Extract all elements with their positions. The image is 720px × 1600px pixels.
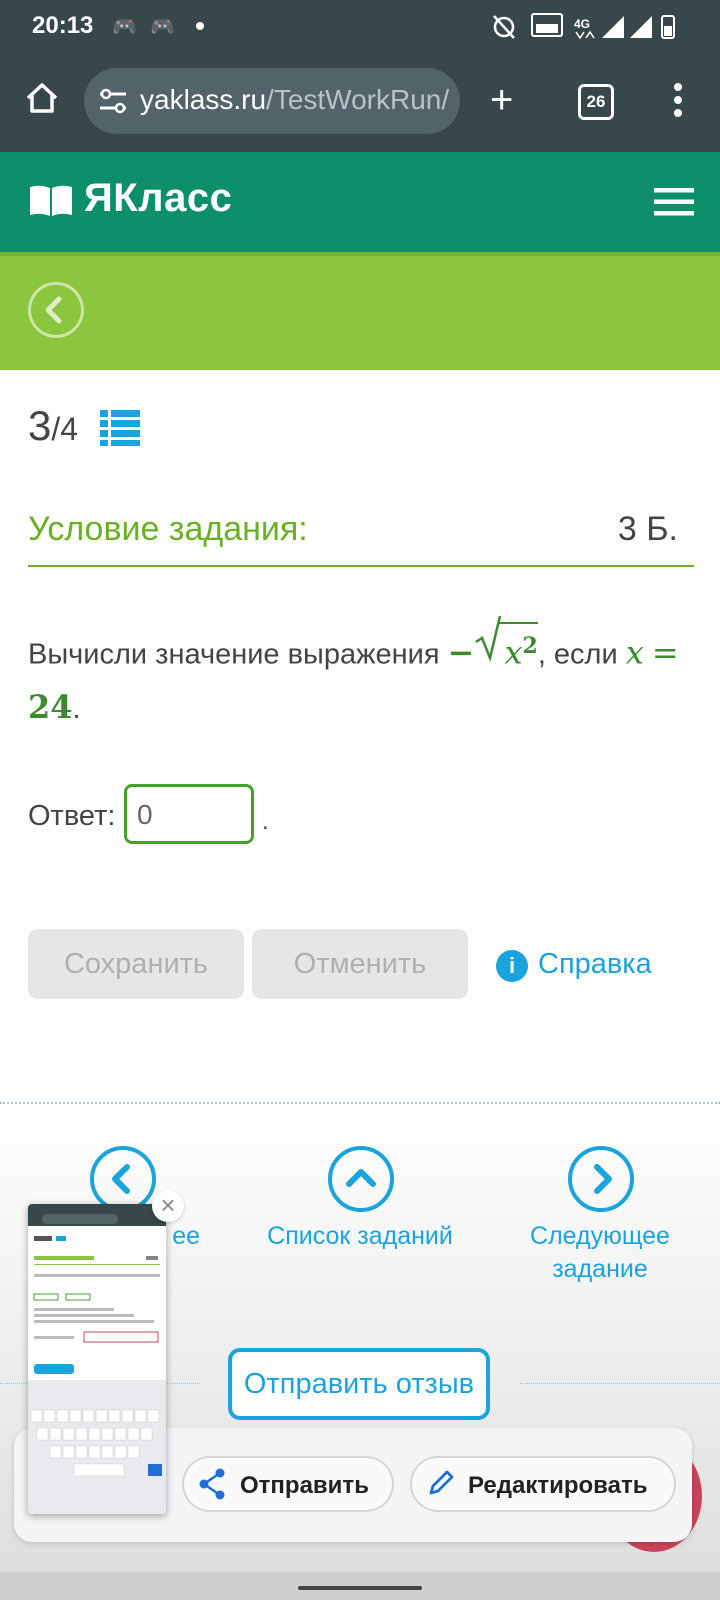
new-tab-plus-icon[interactable]: + bbox=[490, 80, 513, 120]
discord-icon: 🎮 bbox=[150, 16, 175, 38]
save-button[interactable]: Сохранить bbox=[28, 929, 244, 999]
task-list-button[interactable] bbox=[328, 1146, 394, 1212]
site-logo[interactable]: ЯКласс bbox=[84, 176, 232, 221]
chevron-up-icon bbox=[346, 1169, 376, 1187]
url-path: /TestWorkRun/ bbox=[266, 84, 450, 115]
task-list-icon[interactable] bbox=[100, 410, 140, 446]
svg-text:4G: 4G bbox=[574, 17, 590, 31]
progress-current: 3 bbox=[28, 402, 52, 449]
condition-divider bbox=[28, 565, 694, 567]
math-var: x bbox=[625, 633, 644, 672]
next-task-button[interactable] bbox=[568, 1146, 634, 1212]
battery-icon bbox=[661, 15, 675, 39]
answer-label: Ответ: bbox=[28, 800, 116, 832]
more-vert-icon[interactable] bbox=[672, 82, 684, 118]
task-text-before: Вычисли значение выражения bbox=[28, 638, 440, 671]
thumbnail-preview-image bbox=[28, 1204, 166, 1514]
screenshot-thumbnail[interactable] bbox=[28, 1204, 166, 1514]
signal-4g-icon: 4G bbox=[574, 17, 595, 40]
math-eq: = bbox=[651, 633, 679, 672]
math-radicand: x bbox=[504, 633, 523, 672]
status-time: 20:13 bbox=[32, 12, 94, 39]
volte-icon bbox=[531, 13, 563, 37]
chevron-right-icon bbox=[594, 1164, 612, 1194]
back-button[interactable] bbox=[28, 282, 84, 338]
condition-title: Условие задания: bbox=[28, 510, 308, 548]
radical-sign-icon bbox=[475, 615, 502, 662]
cancel-button[interactable]: Отменить bbox=[252, 929, 468, 999]
progress-total: /4 bbox=[51, 411, 79, 447]
url-text[interactable]: yaklass.ru/TestWorkRun/ bbox=[140, 84, 450, 116]
next-task-label[interactable]: Следующее задание bbox=[520, 1220, 680, 1286]
signal-icon bbox=[602, 16, 652, 38]
hamburger-menu-icon[interactable] bbox=[654, 188, 694, 216]
home-icon[interactable] bbox=[22, 78, 62, 118]
task-dot: . bbox=[72, 692, 81, 725]
nav-band bbox=[0, 252, 720, 370]
alarm-off-icon bbox=[493, 15, 515, 39]
gesture-handle[interactable] bbox=[298, 1586, 422, 1590]
pencil-icon bbox=[429, 1470, 454, 1495]
next-label-line2: задание bbox=[552, 1255, 648, 1283]
divider bbox=[520, 1383, 720, 1384]
prev-task-button[interactable] bbox=[90, 1146, 156, 1212]
close-icon[interactable]: × bbox=[152, 1190, 184, 1222]
tab-switcher-button[interactable]: 26 bbox=[578, 84, 614, 120]
next-label-line1: Следующее bbox=[530, 1222, 670, 1250]
task-list-label[interactable]: Список заданий bbox=[260, 1220, 460, 1253]
answer-input[interactable]: 0 bbox=[124, 784, 254, 844]
chevron-left-icon bbox=[45, 296, 62, 324]
divider bbox=[0, 1102, 720, 1104]
discord-icon: 🎮 bbox=[112, 16, 137, 38]
url-domain: yaklass.ru bbox=[140, 84, 267, 115]
help-link[interactable]: Справка bbox=[538, 948, 652, 981]
chevron-left-icon bbox=[112, 1164, 130, 1194]
condition-points: 3 Б. bbox=[617, 510, 678, 548]
book-logo-icon[interactable] bbox=[28, 184, 74, 218]
notification-dot-icon bbox=[196, 22, 204, 30]
site-settings-icon[interactable] bbox=[98, 88, 128, 114]
task-text: Вычисли значение выражения − x2, если x =… bbox=[28, 615, 698, 735]
status-icons: 4G bbox=[493, 13, 675, 40]
answer-dot: . bbox=[262, 808, 269, 835]
math-value: 24 bbox=[28, 687, 73, 726]
math-minus: − bbox=[447, 633, 475, 672]
task-progress: 3/4 bbox=[28, 402, 78, 450]
info-icon[interactable]: i bbox=[496, 950, 528, 982]
math-exponent: 2 bbox=[522, 633, 538, 659]
task-text-middle: , если bbox=[537, 638, 618, 671]
share-icon bbox=[199, 1468, 225, 1500]
feedback-button[interactable]: Отправить отзыв bbox=[228, 1348, 490, 1420]
math-sqrt: x2 bbox=[474, 615, 538, 681]
